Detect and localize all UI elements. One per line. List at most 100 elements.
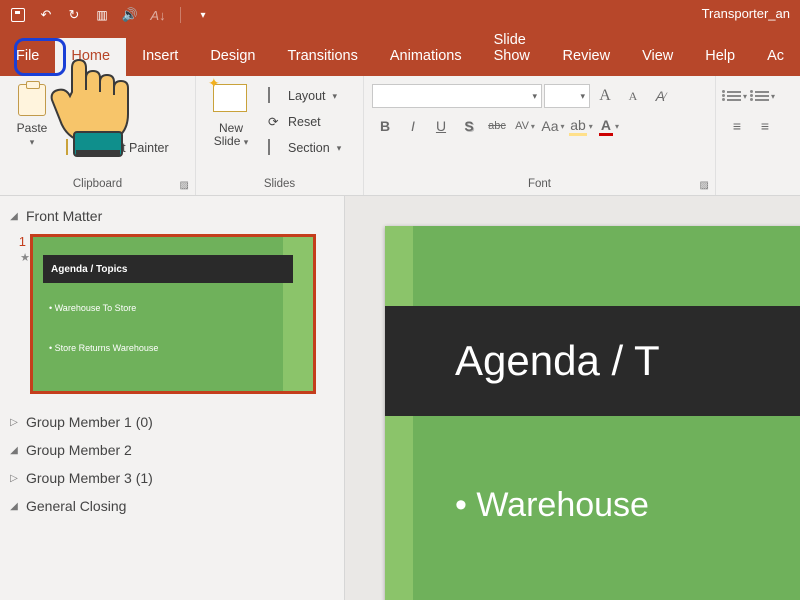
bold-button[interactable]: B: [372, 114, 398, 138]
collapse-triangle-icon: ◢: [8, 501, 20, 512]
group-slides-label: Slides: [264, 178, 295, 190]
tab-animations[interactable]: Animations: [374, 38, 478, 76]
layout-button[interactable]: Layout▾: [264, 84, 345, 108]
tab-file[interactable]: File: [0, 38, 55, 76]
copy-icon: ⧉: [66, 114, 82, 130]
align-left-button[interactable]: ≡: [724, 114, 750, 138]
undo-icon[interactable]: ↶: [38, 7, 54, 23]
numbering-icon: [755, 91, 769, 101]
group-slides: NewSlide ▾ Layout▾ ⟳ Reset Section▾ Slid…: [196, 76, 364, 195]
dialog-launcher-icon[interactable]: ▨: [700, 180, 709, 191]
bullets-icon: [727, 91, 741, 101]
numbering-button[interactable]: [752, 84, 778, 108]
char-spacing-button[interactable]: AV: [512, 114, 538, 138]
group-clipboard: Paste ▾ ✂ Cut ⧉ Copy Format Painter Clipb…: [0, 76, 196, 195]
format-painter-label: Format Painter: [86, 141, 169, 155]
highlight-button[interactable]: ab: [568, 114, 594, 138]
thumb-bullet-1: • Warehouse To Store: [49, 303, 136, 313]
section-general-closing[interactable]: ◢General Closing: [6, 492, 334, 520]
chevron-down-icon: ▾: [244, 137, 249, 147]
new-slide-button[interactable]: NewSlide ▾: [204, 80, 258, 148]
chevron-down-icon: ▾: [532, 91, 537, 102]
dialog-launcher-icon[interactable]: ▨: [180, 180, 189, 191]
volume-icon[interactable]: 🔊: [122, 7, 138, 23]
slide-canvas[interactable]: Agenda / T • Warehouse: [345, 196, 800, 600]
font-dec-icon[interactable]: A↓: [150, 7, 166, 23]
cut-button[interactable]: ✂ Cut: [62, 84, 173, 108]
thumb-bullet-2: • Store Returns Warehouse: [49, 343, 158, 353]
align-center-button[interactable]: ≡: [752, 114, 778, 138]
thumb-title: Agenda / Topics: [43, 255, 293, 283]
tab-slideshow[interactable]: Slide Show: [478, 22, 547, 76]
tab-acrobat[interactable]: Ac: [751, 38, 800, 76]
section-front-matter[interactable]: ◢Front Matter: [6, 202, 334, 230]
reset-button[interactable]: ⟳ Reset: [264, 110, 345, 134]
animation-star-icon: ★: [6, 251, 30, 264]
tab-help[interactable]: Help: [689, 38, 751, 76]
outline-pane[interactable]: ◢Front Matter 1 ★ Agenda / Topics • Ware…: [0, 196, 345, 600]
save-icon[interactable]: [10, 7, 26, 23]
tab-insert[interactable]: Insert: [126, 38, 194, 76]
slide-thumbnail-1[interactable]: Agenda / Topics • Warehouse To Store • S…: [30, 234, 316, 394]
section-icon: [268, 140, 284, 156]
group-paragraph: ≡ ≡: [716, 76, 800, 195]
clear-formatting-button[interactable]: A⁄: [648, 84, 674, 108]
section-group-member-1[interactable]: ▷Group Member 1 (0): [6, 408, 334, 436]
bullets-button[interactable]: [724, 84, 750, 108]
redo-icon[interactable]: ↻: [66, 7, 82, 23]
paste-button[interactable]: Paste ▾: [8, 80, 56, 148]
reset-icon: ⟳: [268, 114, 284, 130]
underline-button[interactable]: U: [428, 114, 454, 138]
italic-button[interactable]: I: [400, 114, 426, 138]
chevron-down-icon: ▾: [337, 143, 342, 154]
paintbrush-icon: [66, 140, 82, 156]
text-shadow-button[interactable]: S: [456, 114, 482, 138]
title-bar: ↶ ↻ ▥ 🔊 A↓ ▾ Transporter_an: [0, 0, 800, 30]
expand-triangle-icon: ▷: [8, 417, 20, 428]
slide-thumbnail-row: 1 ★ Agenda / Topics • Warehouse To Store…: [6, 234, 334, 394]
tab-review[interactable]: Review: [547, 38, 627, 76]
increase-font-button[interactable]: A: [592, 84, 618, 108]
slide-number: 1: [6, 234, 30, 249]
group-font-label: Font: [528, 178, 551, 190]
qat-customize-icon[interactable]: ▾: [195, 7, 211, 23]
group-font: ▾ ▾ A A A⁄ B I U S abc AV Aa ab A Font ▨: [364, 76, 716, 195]
section-group-member-2[interactable]: ◢Group Member 2: [6, 436, 334, 464]
ribbon-tabs: File Home Insert Design Transitions Anim…: [0, 30, 800, 76]
chevron-down-icon: ▾: [580, 91, 585, 102]
slide-bullet-1[interactable]: • Warehouse: [455, 486, 649, 525]
tab-design[interactable]: Design: [194, 38, 271, 76]
ribbon: Paste ▾ ✂ Cut ⧉ Copy Format Painter Clipb…: [0, 76, 800, 196]
change-case-button[interactable]: Aa: [540, 114, 566, 138]
slide-1[interactable]: Agenda / T • Warehouse: [385, 226, 800, 600]
new-slide-icon: [213, 84, 247, 112]
format-painter-button[interactable]: Format Painter: [62, 136, 173, 160]
chevron-down-icon: ▾: [333, 91, 338, 102]
layout-icon: [268, 88, 284, 104]
slide-title[interactable]: Agenda / T: [385, 306, 800, 416]
font-size-combo[interactable]: ▾: [544, 84, 590, 108]
copy-button[interactable]: ⧉ Copy: [62, 110, 173, 134]
qat-separator: [180, 7, 181, 23]
expand-triangle-icon: ▷: [8, 473, 20, 484]
font-color-button[interactable]: A: [596, 114, 622, 138]
group-clipboard-label: Clipboard: [73, 178, 122, 190]
paste-label: Paste: [17, 121, 48, 135]
decrease-font-button[interactable]: A: [620, 84, 646, 108]
section-group-member-3[interactable]: ▷Group Member 3 (1): [6, 464, 334, 492]
strikethrough-button[interactable]: abc: [484, 114, 510, 138]
clipboard-icon: [18, 84, 46, 116]
font-family-combo[interactable]: ▾: [372, 84, 542, 108]
scissors-icon: ✂: [66, 88, 82, 104]
tab-home[interactable]: Home: [55, 38, 126, 76]
tab-transitions[interactable]: Transitions: [271, 38, 373, 76]
slideshow-start-icon[interactable]: ▥: [94, 7, 110, 23]
content-area: ◢Front Matter 1 ★ Agenda / Topics • Ware…: [0, 196, 800, 600]
window-title: Transporter_an: [702, 6, 790, 21]
collapse-triangle-icon: ◢: [8, 445, 20, 456]
collapse-triangle-icon: ◢: [8, 211, 20, 222]
section-button[interactable]: Section▾: [264, 136, 345, 160]
chevron-down-icon: ▾: [30, 137, 35, 147]
quick-access-toolbar: ↶ ↻ ▥ 🔊 A↓ ▾: [0, 7, 211, 23]
tab-view[interactable]: View: [626, 38, 689, 76]
